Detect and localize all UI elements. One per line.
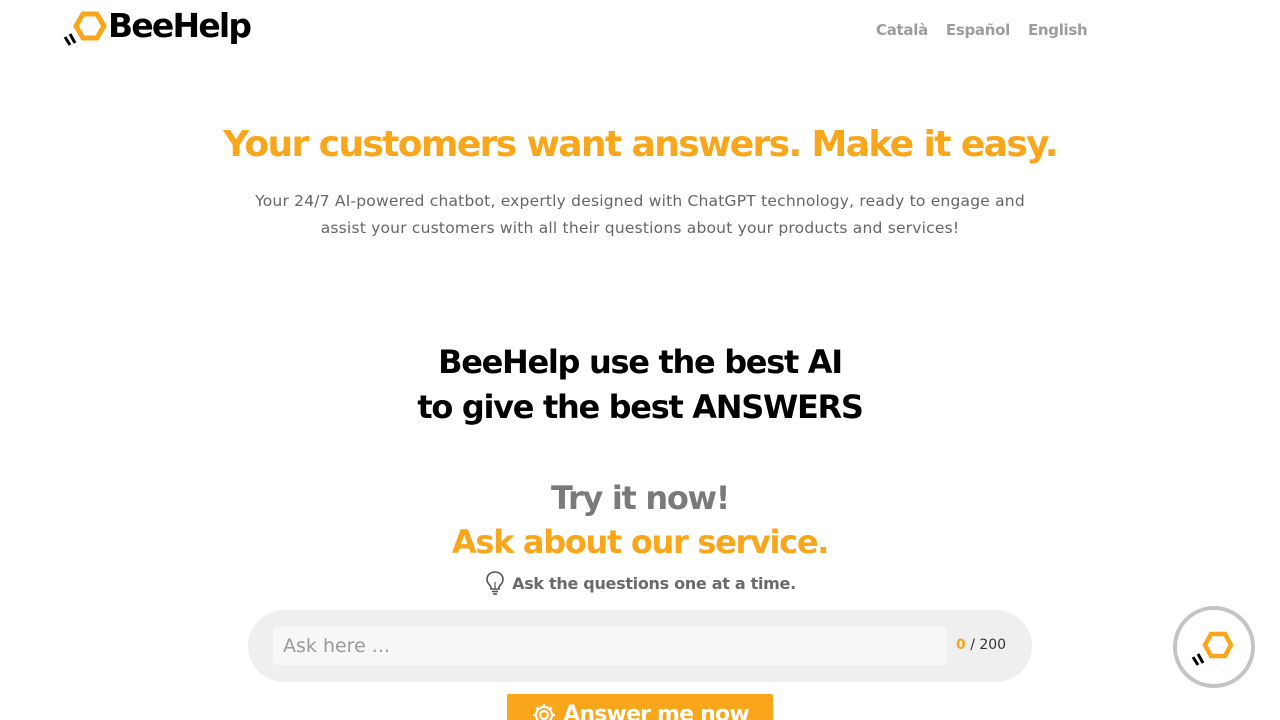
beehelp-logo-icon <box>63 11 107 46</box>
character-counter: 0 / 200 <box>956 637 1006 653</box>
answer-button[interactable]: Answer me now <box>507 694 773 720</box>
answer-button-label: Answer me now <box>563 702 750 720</box>
language-nav: Català Español English <box>876 20 1088 40</box>
question-hint: Ask the questions one at a time. <box>0 570 1280 596</box>
ai-title-line-1: BeeHelp use the best AI <box>438 343 843 381</box>
hero-title: Your customers want answers. Make it eas… <box>223 124 1058 165</box>
hero-subtitle: Your 24/7 AI-powered chatbot, expertly d… <box>255 192 1025 237</box>
ask-title: Ask about our service. <box>451 523 830 561</box>
chat-launcher-button[interactable] <box>1173 606 1255 688</box>
ai-title-line-2: to give the best ANSWERS <box>417 388 864 426</box>
brand-logo[interactable]: BeeHelp <box>62 6 252 46</box>
hint-text: Ask the questions one at a time. <box>512 573 796 593</box>
brand-name: BeeHelp <box>108 6 252 45</box>
language-link-english[interactable]: English <box>1028 20 1088 40</box>
beehelp-hexagon-icon <box>1191 631 1234 666</box>
ai-section-title: BeeHelp use the best AI to give the best… <box>0 340 1280 430</box>
lightbulb-icon <box>486 571 504 595</box>
character-limit: / 200 <box>970 637 1007 653</box>
ask-form: 0 / 200 <box>248 610 1032 682</box>
character-count: 0 <box>956 637 966 653</box>
try-title: Try it now! <box>550 479 730 517</box>
language-link-espanol[interactable]: Español <box>946 20 1010 40</box>
question-input[interactable] <box>273 627 947 665</box>
language-link-catala[interactable]: Català <box>876 20 928 40</box>
gear-icon <box>533 704 556 720</box>
